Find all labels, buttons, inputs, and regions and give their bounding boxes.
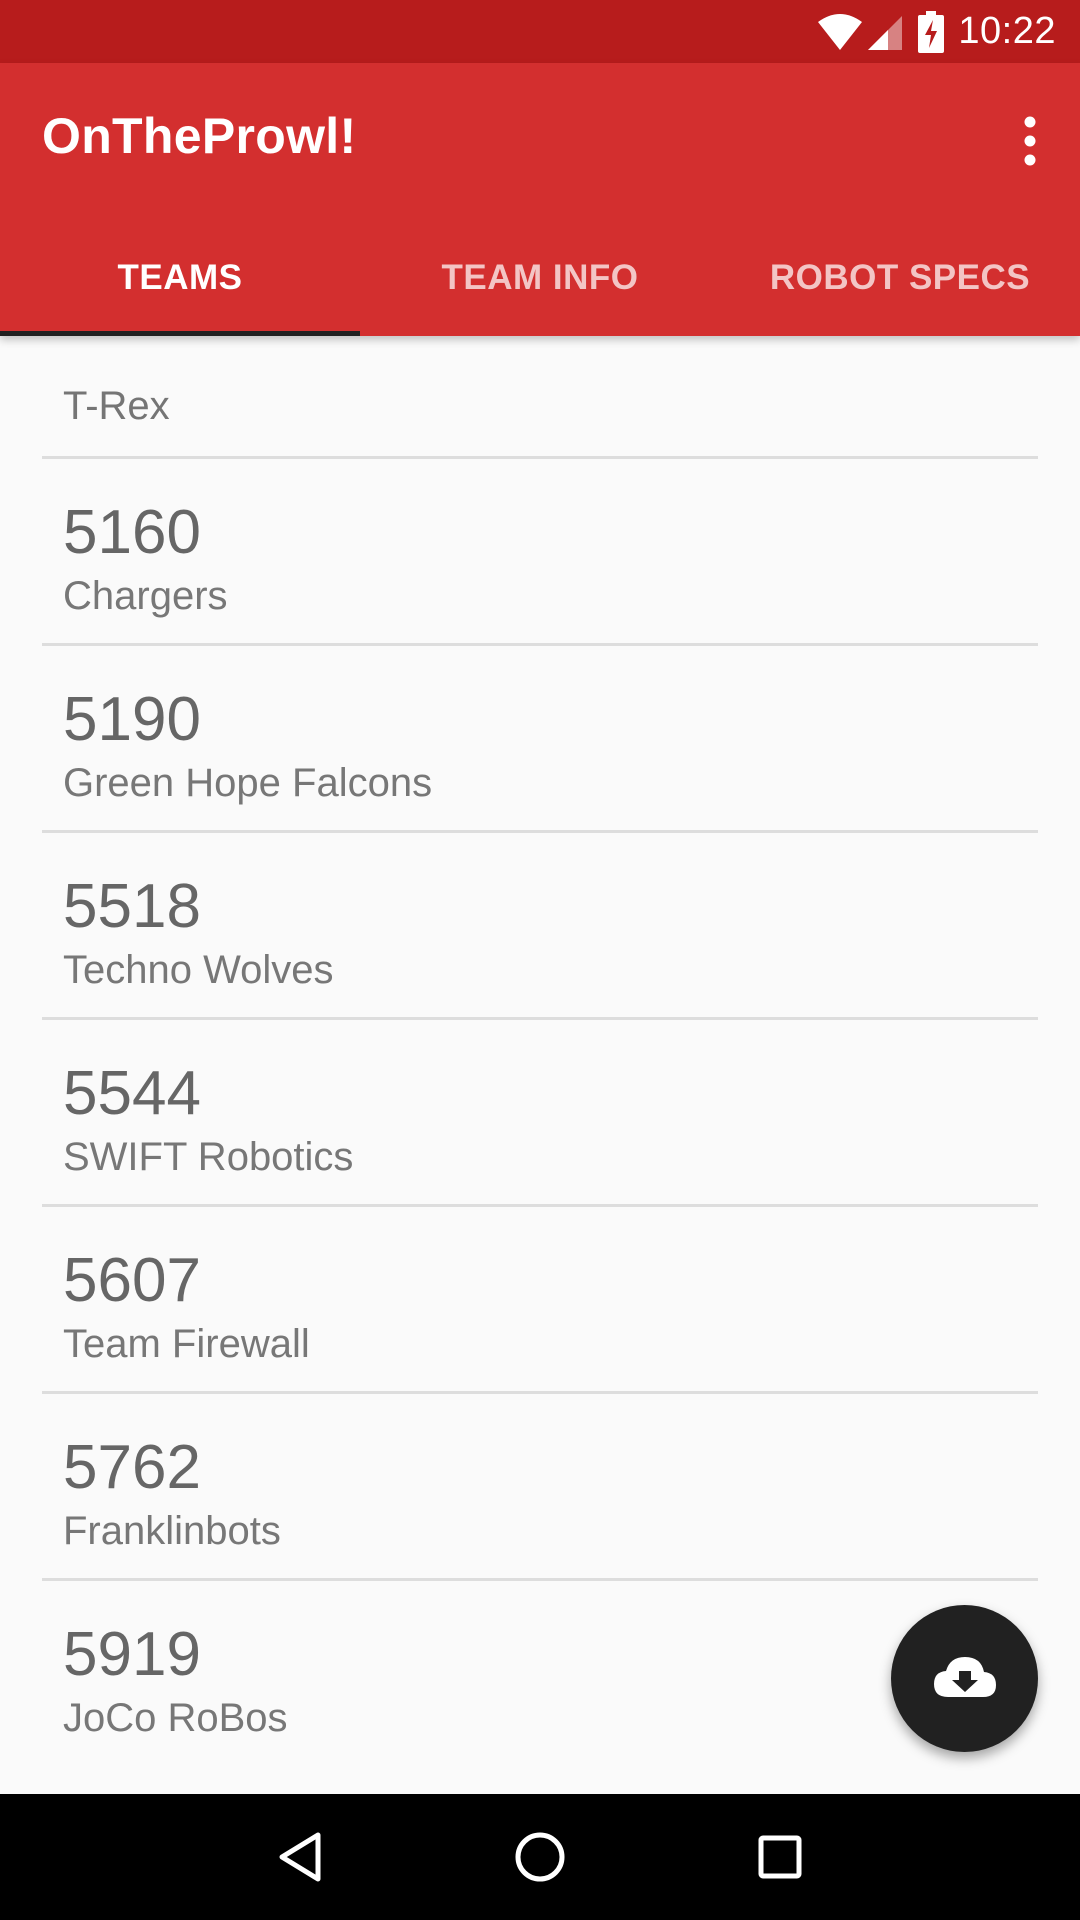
list-header-label: T-Rex bbox=[63, 384, 170, 428]
home-icon[interactable] bbox=[500, 1817, 580, 1897]
team-name: Green Hope Falcons bbox=[63, 761, 433, 805]
team-row[interactable]: 5544 SWIFT Robotics bbox=[42, 1020, 1038, 1207]
tab-team-info[interactable]: TEAM INFO bbox=[360, 219, 720, 336]
team-list[interactable]: T-Rex 5160 Chargers 5190 Green Hope Falc… bbox=[0, 336, 1080, 1768]
app-title: OnTheProwl! bbox=[42, 108, 357, 164]
battery-charging-icon bbox=[918, 10, 945, 53]
recents-icon[interactable] bbox=[740, 1817, 820, 1897]
tab-bar: TEAMS TEAM INFO ROBOT SPECS bbox=[0, 219, 1080, 336]
team-row[interactable]: 5607 Team Firewall bbox=[42, 1207, 1038, 1394]
team-number: 5518 bbox=[63, 872, 201, 941]
list-header: T-Rex bbox=[42, 336, 1038, 459]
team-name: Chargers bbox=[63, 574, 228, 618]
download-fab[interactable] bbox=[891, 1605, 1038, 1752]
team-name: SWIFT Robotics bbox=[63, 1135, 354, 1179]
team-row[interactable]: 5762 Franklinbots bbox=[42, 1394, 1038, 1581]
tab-robot-specs[interactable]: ROBOT SPECS bbox=[720, 219, 1080, 336]
nav-bar bbox=[0, 1794, 1080, 1920]
status-time: 10:22 bbox=[958, 10, 1056, 52]
cell-signal-icon bbox=[866, 12, 904, 52]
team-number: 5190 bbox=[63, 685, 201, 754]
team-number: 5919 bbox=[63, 1620, 201, 1689]
wifi-icon bbox=[816, 12, 864, 52]
tab-indicator bbox=[0, 331, 360, 336]
team-name: Franklinbots bbox=[63, 1509, 281, 1553]
app-bar: OnTheProwl! TEAMS TEAM INFO ROBOT SPECS bbox=[0, 63, 1080, 336]
team-number: 5607 bbox=[63, 1246, 201, 1315]
team-name: Techno Wolves bbox=[63, 948, 334, 992]
team-row[interactable]: 5190 Green Hope Falcons bbox=[42, 646, 1038, 833]
team-name: Team Firewall bbox=[63, 1322, 310, 1366]
team-row[interactable]: 5160 Chargers bbox=[42, 459, 1038, 646]
team-number: 5762 bbox=[63, 1433, 201, 1502]
more-vert-icon[interactable] bbox=[1016, 115, 1044, 169]
screen: 10:22 OnTheProwl! TEAMS TEAM INFO ROBOT … bbox=[0, 0, 1080, 1920]
team-number: 5544 bbox=[63, 1059, 201, 1128]
back-icon[interactable] bbox=[260, 1817, 340, 1897]
status-icons: 10:22 bbox=[816, 0, 1056, 63]
tab-teams[interactable]: TEAMS bbox=[0, 219, 360, 336]
cloud-download-icon bbox=[932, 1653, 998, 1704]
status-bar: 10:22 bbox=[0, 0, 1080, 63]
team-row[interactable]: 5919 JoCo RoBos bbox=[42, 1581, 1038, 1768]
team-name: JoCo RoBos bbox=[63, 1696, 288, 1740]
team-row[interactable]: 5518 Techno Wolves bbox=[42, 833, 1038, 1020]
team-number: 5160 bbox=[63, 498, 201, 567]
